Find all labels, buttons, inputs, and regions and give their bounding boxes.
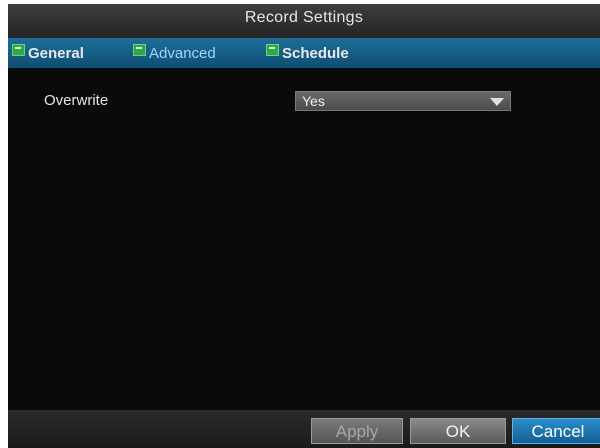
- overwrite-label: Overwrite: [44, 92, 109, 109]
- tab-icon: [266, 44, 279, 56]
- button-bar: Apply OK Cancel: [8, 410, 600, 448]
- overwrite-value: Yes: [302, 93, 325, 109]
- tab-advanced[interactable]: Advanced: [133, 38, 216, 68]
- tab-general[interactable]: General: [12, 38, 84, 68]
- tab-icon: [133, 44, 146, 56]
- ok-button[interactable]: OK: [410, 418, 506, 444]
- overwrite-dropdown[interactable]: Yes: [295, 91, 511, 111]
- tab-strip: General Advanced Schedule: [8, 38, 600, 68]
- tab-advanced-label: Advanced: [149, 44, 216, 62]
- cancel-button[interactable]: Cancel: [512, 418, 600, 444]
- tab-schedule[interactable]: Schedule: [266, 38, 349, 68]
- record-settings-dialog: Record Settings General Advanced Schedul…: [8, 4, 600, 448]
- dialog-title: Record Settings: [244, 9, 364, 26]
- settings-panel: Overwrite Yes: [8, 68, 600, 408]
- apply-button[interactable]: Apply: [311, 418, 403, 444]
- tab-schedule-label: Schedule: [282, 44, 349, 62]
- tab-icon: [12, 44, 25, 56]
- tab-general-label: General: [28, 44, 84, 62]
- chevron-down-icon[interactable]: [490, 98, 504, 106]
- title-bar: Record Settings: [8, 4, 600, 38]
